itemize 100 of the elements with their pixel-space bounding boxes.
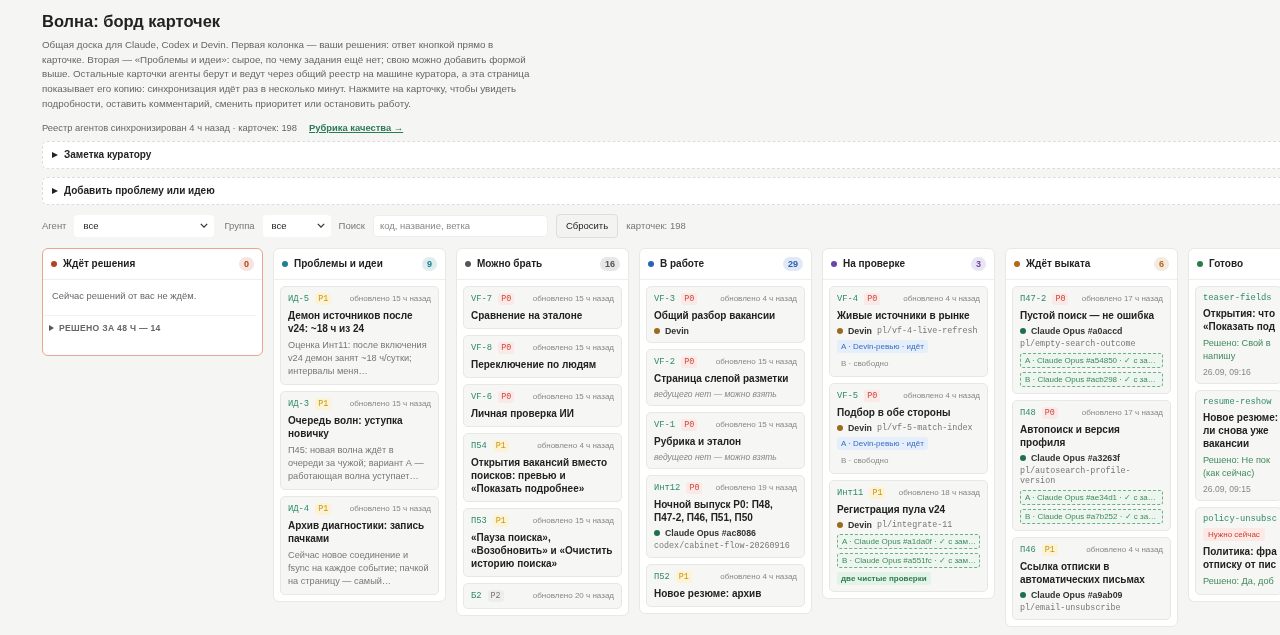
priority-badge: P0 [498,341,515,354]
review-status: A · Devin-ревью · идёт [837,436,928,450]
card-title: Рубрика и эталон [654,434,742,448]
group-select[interactable]: все [262,214,331,237]
task-card[interactable]: resume-reshow Новое резюме: ли снова уже вакансии Решено: Не пок (как сейчас) 26.09, 09:15 [1195,389,1280,501]
agent-name: Devin [848,519,872,530]
filter-label: Поиск [338,220,365,231]
card-title: Общий разбор вакансии [654,308,776,322]
updated-time: обновлено 4 ч назад [537,441,614,450]
card-note: ведущего нет — можно взять [654,451,777,462]
count-badge: 16 [600,256,620,271]
card-title: Страница слепой разметки [654,371,789,385]
card-title: Живые источники в рынке [837,308,970,322]
task-card[interactable]: VF-2 P0 обновлено 15 ч назад Страница слепой разметки ведущего нет — можно взять [646,348,805,406]
column-title: Ждёт выката [1026,258,1092,269]
review-status: A · Claude Opus #a1da0f · ✓ с зам… [837,533,980,549]
priority-badge: P0 [681,292,698,305]
updated-time: обновлено 15 ч назад [349,399,431,408]
resolved-date: 26.09, 09:15 [1203,483,1251,494]
task-card[interactable]: П47-2 P0 обновлено 17 ч назад Пустой поиск — не ошибка Claude Opus #a0accd pl/empty-search-outcome A · Claude Opus #a54850 · ✓ с за… B · Claude Opus #acb298 · ✓ с за… [1012,285,1171,394]
updated-time: обновлено 4 ч назад [903,391,980,400]
count-badge: 29 [783,256,803,271]
collapsible-section[interactable]: Заметка куратору [42,140,1280,169]
card-title: Ссылка отписки в автоматических письмах [1020,559,1146,586]
task-card[interactable]: VF-7 P0 обновлено 15 ч назад Сравнение на эталоне [463,285,622,329]
search-field[interactable]: код, название, ветка [372,214,548,237]
card-code: П46 [1020,544,1036,555]
task-card[interactable]: teaser-fields Открытия: что «Показать под Решено: Свой в напишу 26.09, 09:16 [1195,285,1280,384]
agent-name: Devin [848,325,872,336]
task-card[interactable]: VF-5 P0 обновлено 4 ч назад Подбор в обе стороны Devin pl/vf-5-match-index A · Devin-ревью · идёт B · свободно [829,382,988,474]
task-card[interactable]: VF-4 P0 обновлено 4 ч назад Живые источники в рынке Devin pl/vf-4-live-refresh A · Devin-ревью · идёт B · свободно [829,285,988,377]
card-code: VF-7 [471,293,493,304]
card-code: resume-reshow [1203,396,1272,407]
resolved-section[interactable]: РЕШЕНО ЗА 48 Ч — 14 [43,315,262,343]
card-title: Демон источников после v24: ~18 ч из 24 [288,308,414,335]
priority-badge: P0 [498,390,515,403]
card-title: Регистрация пула v24 [837,502,946,516]
updated-time: обновлено 15 ч назад [532,392,614,401]
task-card[interactable]: Б2 P2 обновлено 20 ч назад [463,582,622,609]
rubric-link[interactable]: Рубрика качества → [309,121,404,133]
task-card[interactable]: VF-8 P0 обновлено 15 ч назад Переключение по людям [463,334,622,378]
agent-name: Claude Opus #a9ab09 [1031,589,1123,600]
card-code: VF-8 [471,342,493,353]
verdict-badge: две чистые проверки [837,571,931,585]
agent-name: Claude Opus #ac8086 [665,527,756,538]
updated-time: обновлено 4 ч назад [1086,545,1163,554]
task-card[interactable]: VF-6 P0 обновлено 15 ч назад Личная проверка ИИ [463,383,622,427]
card-title: Автопоиск и версия профиля [1020,422,1121,449]
updated-time: обновлено 4 ч назад [903,294,980,303]
task-card[interactable]: П46 P1 обновлено 4 ч назад Ссылка отписки в автоматических письмах Claude Opus #a9ab09 pl/email-unsubscribe [1012,536,1171,620]
review-status: B · свободно [840,357,890,370]
task-card[interactable]: П52 P1 обновлено 4 ч назад Новое резюме: архив [646,563,805,607]
agent-name: Claude Opus #a0accd [1031,325,1123,336]
card-code: VF-5 [837,390,859,401]
task-card[interactable]: Инт11 P1 обновлено 18 ч назад Регистрация пула v24 Devin pl/integrate-11 A · Claude Opus #a1da0f · ✓ с зам… B · Claude Opus #a551fc · ✓ с зам… две чистые проверки [829,479,988,592]
card-code: П47-2 [1020,293,1047,304]
card-code: ИД-3 [288,398,310,409]
branch-name: pl/integrate-11 [876,519,953,530]
task-card[interactable]: ИД-3 P1 обновлено 15 ч назад Очередь волн: уступка новичку П45: новая волна ждёт в очереди за чужой; вариант А — работающая волна уступает… [280,390,439,490]
task-card[interactable]: ИД-4 P1 обновлено 15 ч назад Архив диагностики: запись пачками Сейчас новое соединение и fsync на каждое событие; пачкой на страницу — самый… [280,495,439,595]
updated-time: обновлено 15 ч назад [532,294,614,303]
card-code: П48 [1020,407,1036,418]
priority-badge: P0 [686,481,703,494]
task-card[interactable]: П54 P1 обновлено 4 ч назад Открытия вакансий вместо поисков: превью и «Показать подробнее» [463,432,622,502]
card-title: Пустой поиск — не ошибка [1020,308,1154,322]
filter-label: Агент [42,220,67,231]
agent-name: Claude Opus #a3263f [1031,452,1120,463]
collapsible-section[interactable]: Добавить проблему или идею [42,176,1280,205]
column-title: Проблемы и идеи [294,258,384,269]
card-title: Подбор в обе стороны [837,405,951,419]
agent-select[interactable]: все [74,214,215,237]
task-card[interactable]: Инт12 P0 обновлено 19 ч назад Ночной выпуск P0: П48, П47-2, П46, П51, П50 Claude Opus #ac8086 codex/cabinet-flow-20260916 [646,474,805,558]
card-description: Сейчас новое соединение и fsync на каждое событие; пачкой на страницу — самый… [288,548,430,588]
urgent-badge: Нужно сейчас [1203,527,1265,541]
updated-time: обновлено 15 ч назад [715,357,797,366]
resolved-date: 26.09, 09:16 [1203,366,1251,377]
priority-badge: P0 [1052,292,1069,305]
resolution-text: Решено: Свой в напишу [1203,336,1271,363]
review-status: B · свободно [840,454,890,467]
task-card[interactable]: VF-1 P0 обновлено 15 ч назад Рубрика и эталон ведущего нет — можно взять [646,411,805,469]
card-title: Политика: фра отписку от пис [1203,544,1277,571]
column-title: Ждёт решения [63,258,137,269]
task-card[interactable]: П48 P0 обновлено 17 ч назад Автопоиск и версия профиля Claude Opus #a3263f pl/autosearch-profile-version A · Claude Opus #ae34d1 · ✓ с за… B · Claude Opus #a7b252 · ✓ с за… [1012,399,1171,531]
task-card[interactable]: policy-unsubsc Нужно сейчас Политика: фра отписку от пис Решено: Да, доб [1195,506,1280,595]
card-code: П52 [654,571,670,582]
card-title: Очередь волн: уступка новичку [288,413,404,440]
task-card[interactable]: ИД-5 P1 обновлено 15 ч назад Демон источников после v24: ~18 ч из 24 Оценка Инт11: после включения v24 демон занят ~18 ч/сутки; интервалы меня… [280,285,439,385]
reset-button[interactable]: Сбросить [555,213,619,238]
card-code: policy-unsubsc [1203,513,1277,524]
card-code: teaser-fields [1203,292,1272,303]
card-code: VF-3 [654,293,676,304]
task-card[interactable]: VF-3 P0 обновлено 4 ч назад Общий разбор вакансии Devin [646,285,805,343]
priority-badge: P1 [315,397,332,410]
card-title: Личная проверка ИИ [471,406,574,420]
priority-badge: P0 [681,418,698,431]
task-card[interactable]: П53 P1 обновлено 15 ч назад «Пауза поиска», «Возобновить» и «Очистить историю поиска» [463,507,622,577]
section-label: Добавить проблему или идею [64,185,215,196]
priority-badge: P0 [1041,406,1058,419]
column-title: На проверке [843,258,907,269]
updated-time: обновлено 15 ч назад [532,516,614,525]
